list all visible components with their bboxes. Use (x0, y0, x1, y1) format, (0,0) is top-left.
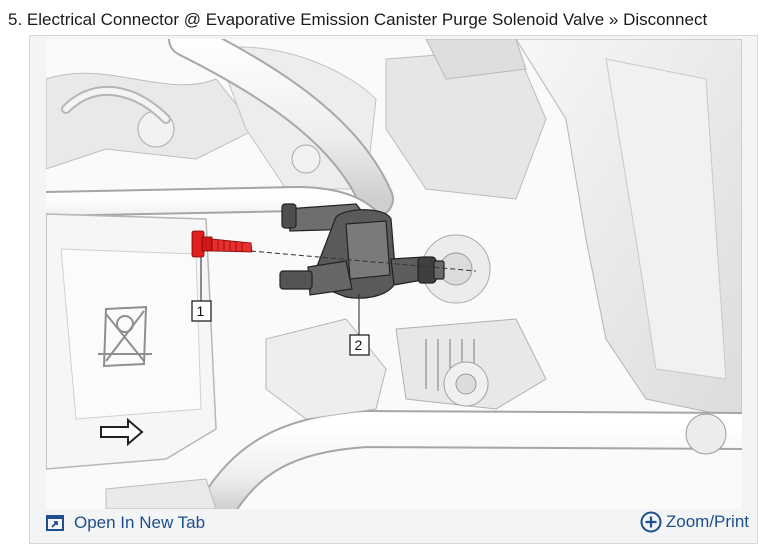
callout-2-label: 2 (355, 337, 363, 353)
open-in-new-tab-link[interactable]: Open In New Tab (46, 513, 205, 533)
callout-1-label: 1 (197, 303, 205, 319)
open-in-new-tab-label: Open In New Tab (74, 513, 206, 532)
figure-footer: Open In New Tab Zoom/Print (30, 507, 757, 543)
figure-frame: 1 2 Open In New Tab Zoom/Print (29, 35, 758, 544)
callout-1: 1 (191, 300, 212, 322)
step-title: 5. Electrical Connector @ Evaporative Em… (8, 10, 708, 29)
service-illustration[interactable]: 1 2 (46, 39, 742, 509)
callout-2: 2 (349, 334, 370, 356)
open-in-new-tab-icon (46, 515, 64, 531)
engine-bay-drawing: 1 2 (46, 39, 742, 509)
zoom-plus-icon (640, 511, 662, 533)
zoom-print-label: Zoom/Print (665, 512, 749, 531)
zoom-print-link[interactable]: Zoom/Print (640, 511, 749, 533)
